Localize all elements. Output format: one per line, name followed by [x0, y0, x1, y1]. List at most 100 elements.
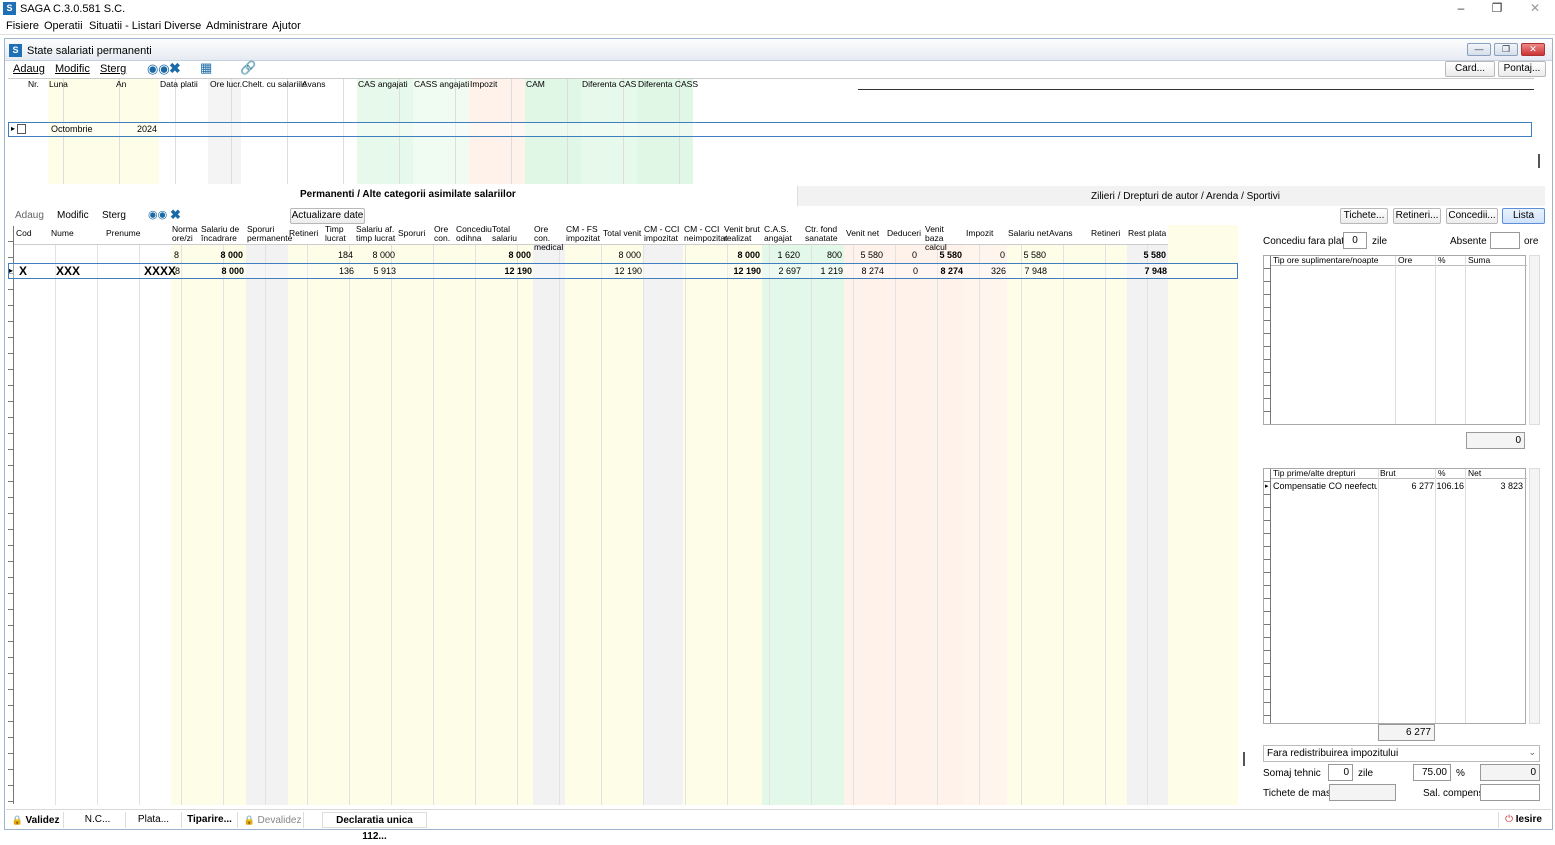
sal-compens-input[interactable] — [1480, 784, 1540, 801]
col-concediu-odihna: Concediu odihna — [456, 224, 492, 243]
somaj-pct-input[interactable]: 75.00 — [1413, 764, 1451, 781]
col-ore-con: Ore con. — [434, 224, 451, 243]
window-icon: S — [9, 44, 22, 57]
tichete-button[interactable]: Tichete... — [1340, 208, 1388, 224]
col-retineri2: Retineri — [1091, 228, 1121, 238]
col-impozit: Impozit — [470, 79, 498, 89]
col-ctr-fond: Ctr. fond sanatate — [805, 224, 838, 243]
tab-zilieri[interactable]: Zilieri / Drepturi de autor / Arenda / S… — [797, 186, 1545, 206]
modify-button[interactable]: Modific — [55, 63, 90, 75]
devalidez-button[interactable]: 🔒 Devalidez — [242, 812, 304, 828]
saga-app-icon: S — [3, 2, 16, 15]
col-an: An — [116, 79, 127, 89]
validez-button[interactable]: 🔒 Validez — [8, 812, 64, 828]
absente-input[interactable] — [1490, 232, 1520, 249]
col-cm-fs: CM - FS impozitat — [566, 224, 601, 243]
col-timp-lucrat: Timp lucrat — [325, 224, 346, 243]
iesire-button[interactable]: ⏻ Iesire — [1498, 812, 1548, 828]
row-luna: Octombrie — [51, 124, 93, 134]
add2-button[interactable]: Adaug — [15, 210, 44, 221]
retineri-button[interactable]: Retineri... — [1393, 208, 1441, 224]
col-prenume: Prenume — [106, 228, 141, 238]
nc-button[interactable]: N.C... — [70, 812, 126, 828]
window-close-button[interactable]: ✕ — [1521, 43, 1545, 56]
link-icon[interactable]: 🔗 — [240, 60, 256, 76]
concediu-input[interactable]: 0 — [1343, 232, 1367, 249]
col-nume: Nume — [51, 228, 74, 238]
grid-scrollbar-thumb[interactable] — [1243, 752, 1245, 766]
col-salariu-net: Salariu net — [1008, 228, 1049, 238]
bottom-toolbar: 🔒 Validez N.C... Plata... Tiparire... 🔒 … — [6, 809, 1551, 842]
col-cod: Cod — [16, 228, 32, 238]
app-titlebar: S SAGA C.3.0.581 S.C. – ❐ ✕ — [0, 0, 1555, 18]
prime-total: 6 277 — [1378, 724, 1435, 741]
pontaj-button[interactable]: Pontaj... — [1498, 61, 1546, 77]
prime-grid-scrollbar[interactable] — [1529, 468, 1540, 724]
binoculars2-icon[interactable]: ◉◉ — [148, 208, 167, 221]
tiparire-button[interactable]: Tiparire... — [182, 812, 238, 828]
col-luna: Luna — [49, 79, 68, 89]
col-dif-cas: Diferenta CAS — [582, 79, 637, 89]
row-pointer-icon: ▸ — [11, 124, 16, 133]
filter-off-icon[interactable]: ✖ — [169, 60, 181, 77]
col-sporuri-perm: Sporuri permanente — [247, 224, 293, 243]
plata-button[interactable]: Plata... — [126, 812, 182, 828]
col-dif-cass: Diferenta CASS — [638, 79, 698, 89]
col-impozit: Impozit — [966, 228, 994, 238]
tichete-masa-label: Tichete de masa — [1263, 788, 1337, 799]
col-norma: Norma ore/zi — [172, 224, 198, 243]
menu-administrare[interactable]: Administrare — [206, 20, 268, 32]
declaratia-112-button[interactable]: Declaratia unica 112... — [322, 812, 427, 842]
somaj-zile-input[interactable]: 0 — [1328, 764, 1353, 781]
months-grid: Nr. Luna An Data platii Ore lucr. Chelt.… — [8, 78, 1534, 184]
absente-label: Absente — [1450, 236, 1487, 247]
calendar-icon[interactable]: ▦ — [200, 60, 212, 76]
col-retineri1: Retineri — [289, 228, 319, 238]
months-row-selected[interactable]: ▸ Octombrie 2024 — [8, 122, 1532, 137]
tichete-masa-input[interactable] — [1329, 784, 1396, 801]
lock-icon — [17, 124, 26, 134]
modify2-button[interactable]: Modific — [57, 210, 89, 221]
menu-fisiere[interactable]: Fisiere — [6, 20, 39, 32]
actualizare-button[interactable]: Actualizare date — [290, 208, 365, 224]
menu-operatii[interactable]: Operatii — [44, 20, 83, 32]
zile-label: zile — [1372, 236, 1388, 247]
card-button[interactable]: Card... — [1445, 61, 1495, 77]
col-ore-lucr: Ore lucr. — [210, 79, 243, 89]
pct-sign: % — [1456, 768, 1465, 779]
delete-button[interactable]: Sterg — [100, 63, 126, 75]
menu-ajutor[interactable]: Ajutor — [272, 20, 301, 32]
minimize-icon[interactable]: – — [1451, 1, 1471, 15]
lista-button[interactable]: Lista — [1502, 208, 1545, 224]
ore-grid-scrollbar[interactable] — [1529, 255, 1540, 425]
col-venit-net: Venit net — [846, 228, 880, 238]
col-cam: CAM — [526, 79, 545, 89]
col-cass: CASS angajati — [414, 79, 470, 89]
chevron-down-icon: ⌄ — [1528, 747, 1536, 757]
tab-permanenti[interactable]: Permanenti / Alte categorii asimilate sa… — [8, 186, 797, 206]
col-deduceri: Deduceri — [887, 228, 922, 238]
binoculars-icon[interactable]: ◉◉ — [147, 61, 170, 77]
concediu-label: Concediu fara plata — [1263, 236, 1350, 247]
redistribuire-select[interactable]: Fara redistribuirea impozitului ⌄ — [1263, 745, 1540, 762]
menu-diverse[interactable]: Diverse — [164, 20, 201, 32]
prime-row[interactable]: ▸ Compensatie CO neefectu 6 277 106.16 3… — [1264, 480, 1526, 493]
close-icon[interactable]: ✕ — [1525, 1, 1545, 15]
lock-icon: 🔒 — [243, 815, 255, 825]
row-pointer-icon: ▸ — [1265, 483, 1269, 490]
restore-icon[interactable]: ❐ — [1487, 1, 1507, 15]
add-button[interactable]: Adaug — [13, 63, 45, 75]
delete2-button[interactable]: Sterg — [102, 210, 126, 221]
filter-off2-icon[interactable]: ✖ — [170, 207, 181, 223]
window-titlebar: S State salariati permanenti — ❐ ✕ — [5, 39, 1552, 61]
ore-suplimentare-grid: Tip ore suplimentare/noapte Ore % Suma — [1263, 255, 1527, 425]
employee-row[interactable]: ▸ X XXX XXXX 8 8 000 136 5 913 12 190 12… — [8, 263, 1238, 279]
exit-icon: ⏻ — [1505, 814, 1513, 825]
window-restore-button[interactable]: ❐ — [1494, 43, 1518, 56]
ore-label: ore — [1524, 236, 1539, 247]
scrollbar-thumb[interactable] — [1538, 154, 1540, 168]
menu-situatii[interactable]: Situatii - Listari — [89, 20, 161, 32]
row-an: 2024 — [137, 124, 158, 134]
window-minimize-button[interactable]: — — [1467, 43, 1491, 56]
concedii-button[interactable]: Concedii... — [1446, 208, 1498, 224]
